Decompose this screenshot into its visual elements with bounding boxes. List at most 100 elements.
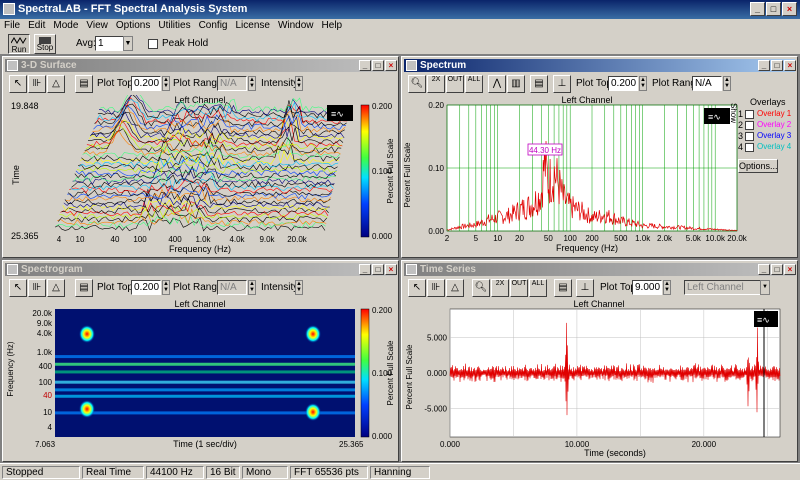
spectrum-x-axis-label: Frequency (Hz) bbox=[556, 243, 618, 253]
spectrum-zoom-2x-icon[interactable]: 2X bbox=[427, 75, 445, 93]
spectrum-close-button[interactable]: × bbox=[784, 60, 796, 71]
spectrum-plot-top-spinner[interactable]: ▲ ▼ bbox=[639, 76, 647, 91]
spectrum-x-ticks: 2 5 10 20 50 100 200 500 1.0k 2.0k 5.0k 10.0k 20.0k bbox=[445, 234, 748, 243]
timeseries-cursor-icon[interactable]: ⊥ bbox=[576, 279, 594, 297]
spectrum-plot-top-input[interactable]: 0.200 bbox=[608, 76, 638, 91]
status-cell-5: FFT 65536 pts bbox=[290, 466, 368, 479]
surface-plot-top-input[interactable]: 0.200 bbox=[131, 76, 161, 91]
surface-minimize-button[interactable]: _ bbox=[359, 60, 371, 71]
spectrum-grid bbox=[446, 104, 738, 232]
spectrogram-band bbox=[55, 355, 355, 359]
spectrum-title: Spectrum bbox=[420, 60, 467, 71]
spectrogram-toolbar: ↖ ⊪ △ ▤ Plot Top: 0.200 ▲ ▼ Plot Range: N… bbox=[5, 277, 396, 299]
surface-maximize-button[interactable]: □ bbox=[372, 60, 384, 71]
menu-item-mode[interactable]: Mode bbox=[49, 19, 82, 33]
spectrogram-close-button[interactable]: × bbox=[385, 264, 397, 275]
surface-plot-top-spinner[interactable]: ▲ ▼ bbox=[162, 76, 170, 91]
spectrum-zoom-out-icon[interactable]: OUT bbox=[446, 75, 464, 93]
menu-item-license[interactable]: License bbox=[231, 19, 273, 33]
spectrogram-x-left: 7.063 bbox=[35, 440, 56, 449]
spectrum-x-tick: 2 bbox=[445, 234, 450, 243]
menu-item-config[interactable]: Config bbox=[195, 19, 232, 33]
spectrogram-intensity-spinner[interactable]: ▲ ▼ bbox=[295, 280, 303, 295]
surface-plot: Left Channel 19.848 25.365 Time 4 10 40 100… bbox=[11, 95, 395, 254]
spectrum-plot-range-input[interactable]: N/A bbox=[692, 76, 722, 91]
timeseries-zoom-2x-icon[interactable]: 2X bbox=[491, 279, 509, 297]
spectrogram-y-tick: 20.0k bbox=[32, 309, 53, 318]
timeseries-pointer-tool-icon[interactable]: ↖ bbox=[408, 279, 426, 297]
spectrogram-cursor-tool-icon[interactable]: ⊪ bbox=[28, 279, 46, 297]
surface-plot-range-spinner: ▲ ▼ bbox=[248, 76, 256, 91]
run-button[interactable]: Run bbox=[8, 34, 30, 54]
spectrum-line-graph-icon[interactable]: ⋀ bbox=[488, 75, 506, 93]
overlay-checkbox-4[interactable] bbox=[745, 143, 754, 152]
spectrum-plot-range-spinner[interactable]: ▲ ▼ bbox=[723, 76, 731, 91]
spectrum-zoom-icon[interactable]: 🔍︎ bbox=[408, 75, 426, 93]
close-button[interactable]: × bbox=[782, 2, 797, 16]
spectrogram-plot-top-spinner[interactable]: ▲ ▼ bbox=[162, 280, 170, 295]
timeseries-cursor-tool-icon[interactable]: ⊪ bbox=[427, 279, 445, 297]
surface-title-bar: 3-D Surface _ □ × bbox=[5, 59, 397, 72]
stop-button[interactable]: Stop bbox=[34, 34, 56, 54]
surface-settings-icon[interactable]: ▤ bbox=[75, 75, 93, 93]
overlay-checkbox-3[interactable] bbox=[745, 132, 754, 141]
surface-close-button[interactable]: × bbox=[385, 60, 397, 71]
timeseries-minimize-button[interactable]: _ bbox=[758, 264, 770, 275]
spectrum-zoom-full-icon[interactable]: ALL bbox=[465, 75, 483, 93]
timeseries-title-bar: Time Series _ □ × bbox=[404, 263, 796, 276]
spectrogram-plot-top-input[interactable]: 0.200 bbox=[131, 280, 161, 295]
spectrogram-channel-label: Left Channel bbox=[174, 299, 225, 309]
spectrum-bar-graph-icon[interactable]: ▥ bbox=[507, 75, 525, 93]
surface-x-ticks: 4 10 40 100 400 1.0k 4.0k 9.0k 20.0k bbox=[57, 235, 308, 244]
status-cell-0: Stopped bbox=[2, 466, 80, 479]
surface-peak-tool-icon[interactable]: △ bbox=[47, 75, 65, 93]
timeseries-zoom-icon[interactable]: 🔍︎ bbox=[472, 279, 490, 297]
spectrum-minimize-button[interactable]: _ bbox=[758, 60, 770, 71]
spectrogram-plot-top-label: Plot Top: bbox=[97, 282, 136, 293]
overlay-checkbox-2[interactable] bbox=[745, 121, 754, 130]
spectrogram-settings-icon[interactable]: ▤ bbox=[75, 279, 93, 297]
surface-waterfall bbox=[54, 95, 350, 232]
timeseries-settings-icon[interactable]: ▤ bbox=[554, 279, 572, 297]
spectrogram-plot: Left Channel Frequency (Hz) 20.0k9.0k4.0… bbox=[6, 299, 395, 449]
avg-dropdown-arrow-icon[interactable]: ▼ bbox=[123, 36, 133, 51]
menu-item-edit[interactable]: Edit bbox=[24, 19, 49, 33]
menu-item-help[interactable]: Help bbox=[318, 19, 347, 33]
surface-x-tick: 1.0k bbox=[195, 235, 211, 244]
timeseries-maximize-button[interactable]: □ bbox=[771, 264, 783, 275]
timeseries-zoom-out-icon[interactable]: OUT bbox=[510, 279, 528, 297]
timeseries-peak-tool-icon[interactable]: △ bbox=[446, 279, 464, 297]
spectrogram-minimize-button[interactable]: _ bbox=[359, 264, 371, 275]
spectrum-cursor-icon[interactable]: ⊥ bbox=[553, 75, 571, 93]
overlay-number-2: 2 bbox=[738, 120, 744, 130]
overlay-options-button[interactable]: Options... bbox=[738, 159, 778, 173]
overlay-checkbox-1[interactable] bbox=[745, 110, 754, 119]
timeseries-channel-dropdown-icon: ▼ bbox=[760, 280, 770, 295]
spectrogram-maximize-button[interactable]: □ bbox=[372, 264, 384, 275]
maximize-button[interactable]: □ bbox=[766, 2, 781, 16]
status-bar: Stopped Real Time 44100 Hz 16 Bit Mono FFT 65… bbox=[0, 463, 800, 480]
peak-hold-checkbox[interactable] bbox=[148, 39, 158, 49]
spectrogram-band bbox=[55, 388, 355, 392]
spectrogram-peak-tool-icon[interactable]: △ bbox=[47, 279, 65, 297]
menu-item-view[interactable]: View bbox=[82, 19, 112, 33]
minimize-button[interactable]: _ bbox=[750, 2, 765, 16]
timeseries-plot-top-spinner[interactable]: ▲ ▼ bbox=[663, 280, 671, 295]
timeseries-zoom-full-icon[interactable]: ALL bbox=[529, 279, 547, 297]
menu-item-utilities[interactable]: Utilities bbox=[154, 19, 194, 33]
spectrogram-pointer-tool-icon[interactable]: ↖ bbox=[9, 279, 27, 297]
surface-intensity-spinner[interactable]: ▲ ▼ bbox=[295, 76, 303, 91]
timeseries-y-axis-label: Percent Full Scale bbox=[405, 344, 414, 409]
timeseries-close-button[interactable]: × bbox=[784, 264, 796, 275]
spectrogram-panel-icon bbox=[7, 264, 18, 275]
menu-item-file[interactable]: File bbox=[0, 19, 24, 33]
surface-cursor-tool-icon[interactable]: ⊪ bbox=[28, 75, 46, 93]
menu-item-window[interactable]: Window bbox=[274, 19, 318, 33]
spectrum-settings-icon[interactable]: ▤ bbox=[530, 75, 548, 93]
spectrum-maximize-button[interactable]: □ bbox=[771, 60, 783, 71]
spectrogram-y-tick: 4 bbox=[48, 423, 53, 432]
surface-colorbar bbox=[360, 104, 370, 238]
menu-item-options[interactable]: Options bbox=[112, 19, 154, 33]
surface-pointer-tool-icon[interactable]: ↖ bbox=[9, 75, 27, 93]
timeseries-plot-top-input[interactable]: 9.000 bbox=[632, 280, 662, 295]
